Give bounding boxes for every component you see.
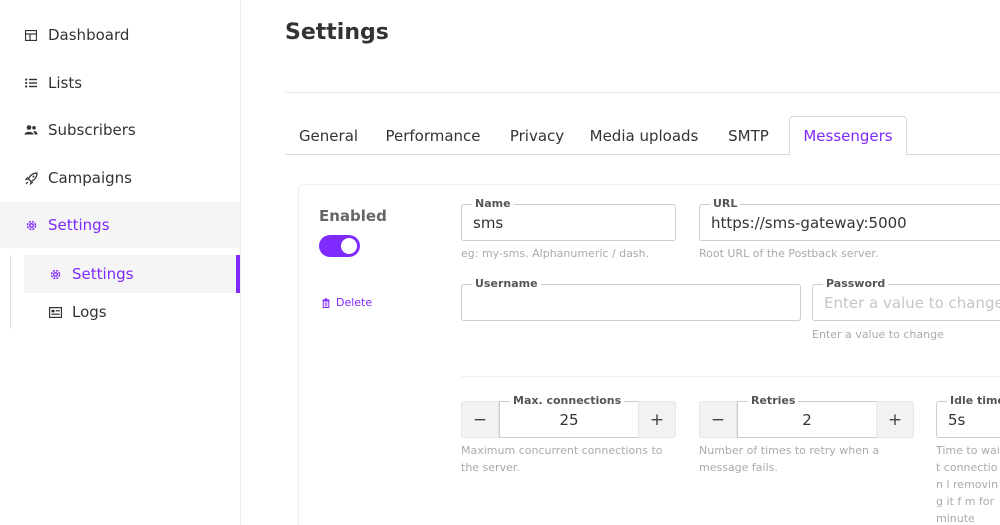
name-help: eg: my-sms. Alphanumeric / dash.: [461, 247, 650, 260]
sidebar-item-campaigns[interactable]: Campaigns: [0, 155, 240, 201]
gear-icon: [24, 218, 38, 232]
name-value: sms: [473, 214, 504, 232]
sidebar-item-label: Campaigns: [48, 169, 133, 187]
enabled-toggle[interactable]: [319, 235, 360, 257]
users-icon: [24, 123, 38, 137]
idle-timeout-label: Idle timed: [947, 394, 1000, 408]
sidebar: Dashboard Lists Subscribers Campaigns Se…: [0, 0, 241, 525]
retries-value: 2: [802, 411, 812, 429]
tab-performance[interactable]: Performance: [372, 116, 494, 155]
max-connections-help: Maximum concurrent connections to the se…: [461, 444, 663, 474]
delete-label: Delete: [336, 296, 373, 309]
subnav-divider: [10, 255, 11, 329]
max-connections-value: 25: [559, 411, 579, 429]
url-field[interactable]: URL https://sms-gateway:5000: [699, 197, 1000, 241]
sidebar-subitem-label: Logs: [72, 303, 107, 321]
tab-messengers[interactable]: Messengers: [789, 116, 907, 156]
username-label: Username: [472, 277, 541, 291]
list-icon: [24, 76, 38, 90]
toggle-knob: [341, 238, 357, 254]
sidebar-subitem-settings[interactable]: Settings: [24, 255, 240, 293]
trash-icon: [322, 297, 330, 308]
sidebar-item-label: Subscribers: [48, 121, 136, 139]
url-label: URL: [710, 197, 741, 211]
password-placeholder: Enter a value to change: [824, 294, 1000, 312]
section-divider: [461, 376, 1000, 377]
retries-decrement-button[interactable]: −: [699, 401, 737, 438]
name-field[interactable]: Name sms: [461, 197, 676, 241]
sidebar-item-label: Lists: [48, 74, 83, 92]
log-icon: [48, 305, 62, 319]
retries-input[interactable]: Retries 2: [737, 394, 877, 438]
sidebar-item-lists[interactable]: Lists: [0, 60, 240, 106]
page-title: Settings: [285, 20, 389, 45]
sidebar-subitem-logs[interactable]: Logs: [24, 293, 240, 331]
sidebar-item-settings[interactable]: Settings: [0, 202, 240, 248]
max-connections-label: Max. connections: [510, 394, 625, 408]
tab-media-uploads[interactable]: Media uploads: [580, 116, 708, 155]
max-connections-decrement-button[interactable]: −: [461, 401, 499, 438]
sidebar-item-dashboard[interactable]: Dashboard: [0, 12, 240, 58]
tab-privacy[interactable]: Privacy: [494, 116, 580, 155]
idle-timeout-value: 5s: [948, 411, 966, 429]
idle-timeout-help: Time to wait connection l removing it f …: [936, 444, 1000, 525]
tab-smtp[interactable]: SMTP: [708, 116, 789, 155]
dashboard-icon: [24, 28, 38, 42]
sidebar-item-label: Dashboard: [48, 26, 130, 44]
rocket-icon: [24, 171, 38, 185]
idle-timeout-field[interactable]: Idle timed 5s: [936, 394, 1000, 438]
url-help: Root URL of the Postback server.: [699, 247, 879, 260]
sidebar-item-subscribers[interactable]: Subscribers: [0, 107, 240, 153]
password-field[interactable]: Password Enter a value to change: [812, 277, 1000, 321]
retries-label: Retries: [748, 394, 799, 408]
url-value: https://sms-gateway:5000: [711, 214, 907, 232]
sidebar-subitem-label: Settings: [72, 265, 134, 283]
password-label: Password: [823, 277, 889, 291]
name-label: Name: [472, 197, 514, 211]
username-field[interactable]: Username: [461, 277, 801, 321]
enabled-label: Enabled: [319, 207, 387, 225]
settings-tabs: General Performance Privacy Media upload…: [285, 116, 1000, 156]
max-connections-input[interactable]: Max. connections 25: [499, 394, 639, 438]
title-divider: [285, 92, 1000, 93]
gear-icon: [48, 267, 62, 281]
retries-increment-button[interactable]: +: [876, 401, 914, 438]
password-help: Enter a value to change: [812, 328, 944, 341]
tab-general[interactable]: General: [285, 116, 372, 155]
max-connections-increment-button[interactable]: +: [638, 401, 676, 438]
delete-button[interactable]: Delete: [322, 296, 372, 309]
sidebar-item-label: Settings: [48, 216, 110, 234]
retries-help: Number of times to retry when a message …: [699, 444, 880, 474]
